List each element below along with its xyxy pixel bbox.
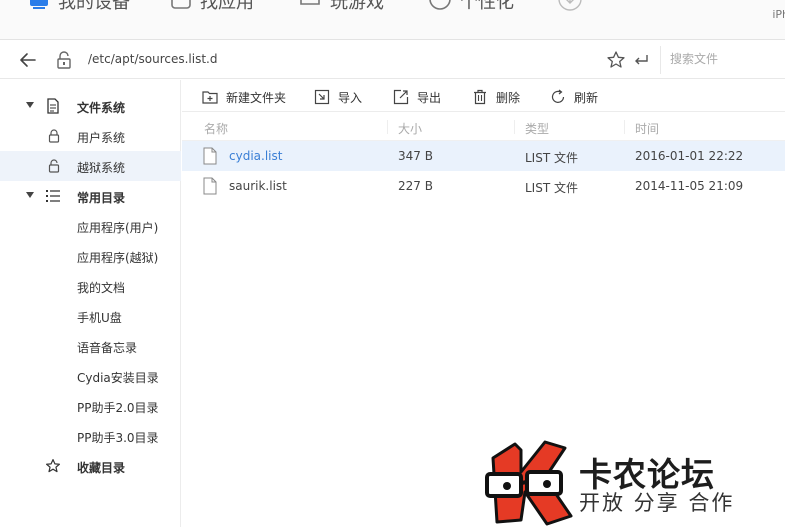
sidebar-item-user-system[interactable]: 用户系统 <box>0 121 181 151</box>
favorite-star-icon[interactable] <box>606 50 626 70</box>
k-glasses-logo-icon <box>485 440 573 526</box>
star-icon <box>45 458 61 474</box>
sidebar-item-label: 手机U盘 <box>77 311 122 325</box>
sidebar-item-label: PP助手2.0目录 <box>77 401 159 415</box>
search-box <box>660 46 785 74</box>
import-label: 导入 <box>338 90 363 105</box>
sidebar: 文件系统 用户系统 越狱系统 常用目录 应用程序(用户) 应用程序(越狱) 我的… <box>0 80 181 527</box>
trash-icon <box>474 89 486 105</box>
forum-watermark-logo: 卡农论坛 开放 分享 合作 <box>485 438 785 527</box>
column-header-size[interactable]: 大小 <box>398 120 422 137</box>
export-icon <box>393 89 409 105</box>
delete-button[interactable]: 删除 <box>472 88 520 106</box>
file-name: saurik.list <box>229 179 287 193</box>
file-toolbar: 新建文件夹 导入 导出 删除 刷新 <box>182 80 785 112</box>
nav-find-apps-label: 找应用 <box>200 0 254 13</box>
address-bar: /etc/apt/sources.list.d <box>0 41 785 79</box>
sidebar-item-label: Cydia安装目录 <box>77 371 159 385</box>
file-size: 347 B <box>398 149 433 163</box>
lock-icon <box>56 51 72 69</box>
nav-my-device-label: 我的设备 <box>58 0 130 13</box>
file-type: LIST 文件 <box>525 181 578 195</box>
refresh-label: 刷新 <box>574 90 599 105</box>
back-arrow-icon[interactable] <box>18 50 38 70</box>
sidebar-item-jailbreak-system[interactable]: 越狱系统 <box>0 151 181 181</box>
file-type: LIST 文件 <box>525 151 578 165</box>
download-icon <box>557 0 583 17</box>
column-divider[interactable] <box>387 120 388 134</box>
sidebar-item-label: 应用程序(越狱) <box>77 251 159 265</box>
nav-personalize-label: 个性化 <box>460 0 514 13</box>
nav-download[interactable] <box>557 0 591 16</box>
nav-personalize[interactable]: 个性化 <box>428 0 514 16</box>
personal-icon <box>428 0 452 16</box>
sidebar-item-pp30-dir[interactable]: PP助手3.0目录 <box>0 421 181 451</box>
import-button[interactable]: 导入 <box>314 88 362 106</box>
top-navigation: 我的设备 找应用 玩游戏 个性化 iPh <box>0 0 785 40</box>
nav-games-label: 玩游戏 <box>330 0 384 13</box>
sidebar-item-label: 应用程序(用户) <box>77 221 159 235</box>
search-input[interactable] <box>670 46 780 72</box>
sidebar-group-favorites[interactable]: 收藏目录 <box>0 451 181 481</box>
list-icon <box>45 188 61 204</box>
sidebar-item-label: 越狱系统 <box>77 161 126 175</box>
file-icon <box>203 147 217 165</box>
refresh-icon <box>551 89 565 103</box>
new-folder-button[interactable]: 新建文件夹 <box>202 88 286 106</box>
sidebar-item-label: 我的文档 <box>77 281 126 295</box>
enter-return-icon[interactable] <box>632 51 650 69</box>
sidebar-item-label: 语音备忘录 <box>77 341 138 355</box>
table-row[interactable]: cydia.list 347 B LIST 文件 2016-01-01 22:2… <box>182 141 785 171</box>
column-header-time[interactable]: 时间 <box>635 120 659 137</box>
file-time: 2014-11-05 21:09 <box>635 179 744 193</box>
table-row[interactable]: saurik.list 227 B LIST 文件 2014-11-05 21:… <box>182 171 785 201</box>
new-folder-label: 新建文件夹 <box>226 90 287 105</box>
sidebar-item-pp20-dir[interactable]: PP助手2.0目录 <box>0 391 181 421</box>
sidebar-item-apps-jailbreak[interactable]: 应用程序(越狱) <box>0 241 181 271</box>
sidebar-item-apps-user[interactable]: 应用程序(用户) <box>0 211 181 241</box>
column-header-name[interactable]: 名称 <box>204 120 228 137</box>
nav-games[interactable]: 玩游戏 <box>298 0 384 16</box>
sidebar-group-label: 常用目录 <box>77 191 126 205</box>
delete-label: 删除 <box>496 90 521 105</box>
document-icon <box>45 98 61 114</box>
caret-down-icon[interactable] <box>26 102 34 108</box>
sidebar-item-cydia-dir[interactable]: Cydia安装目录 <box>0 361 181 391</box>
file-icon <box>203 177 217 195</box>
file-time: 2016-01-01 22:22 <box>635 149 744 163</box>
caret-down-icon[interactable] <box>26 192 34 198</box>
lock-icon <box>48 129 60 143</box>
nav-my-device[interactable]: 我的设备 <box>28 0 130 16</box>
file-table: 名称 大小 类型 时间 cydia.list 347 B LIST 文件 201… <box>182 113 785 201</box>
bag-icon <box>170 0 192 15</box>
sidebar-group-label: 收藏目录 <box>77 461 126 475</box>
column-header-type[interactable]: 类型 <box>525 120 549 137</box>
new-folder-icon <box>202 91 218 104</box>
table-header: 名称 大小 类型 时间 <box>182 113 785 141</box>
import-icon <box>314 89 330 105</box>
sidebar-group-common-dirs[interactable]: 常用目录 <box>0 181 181 211</box>
refresh-button[interactable]: 刷新 <box>550 88 598 106</box>
sidebar-item-my-documents[interactable]: 我的文档 <box>0 271 181 301</box>
sidebar-item-phone-udisk[interactable]: 手机U盘 <box>0 301 181 331</box>
sidebar-group-label: 文件系统 <box>77 101 126 115</box>
nav-find-apps[interactable]: 找应用 <box>170 0 254 16</box>
column-divider[interactable] <box>514 120 515 134</box>
sidebar-item-voice-memos[interactable]: 语音备忘录 <box>0 331 181 361</box>
gamepad-icon <box>298 0 322 15</box>
file-size: 227 B <box>398 179 433 193</box>
sidebar-item-label: 用户系统 <box>77 131 126 145</box>
watermark-subtitle: 开放 分享 合作 <box>579 491 735 515</box>
unlock-icon <box>48 159 60 173</box>
current-path[interactable]: /etc/apt/sources.list.d <box>88 52 217 66</box>
column-divider[interactable] <box>624 120 625 134</box>
sidebar-item-label: PP助手3.0目录 <box>77 431 159 445</box>
file-name: cydia.list <box>229 149 283 163</box>
export-label: 导出 <box>417 90 442 105</box>
sidebar-group-file-system[interactable]: 文件系统 <box>0 91 181 121</box>
export-button[interactable]: 导出 <box>393 88 441 106</box>
device-name[interactable]: iPh <box>772 8 785 21</box>
device-icon <box>28 0 50 15</box>
